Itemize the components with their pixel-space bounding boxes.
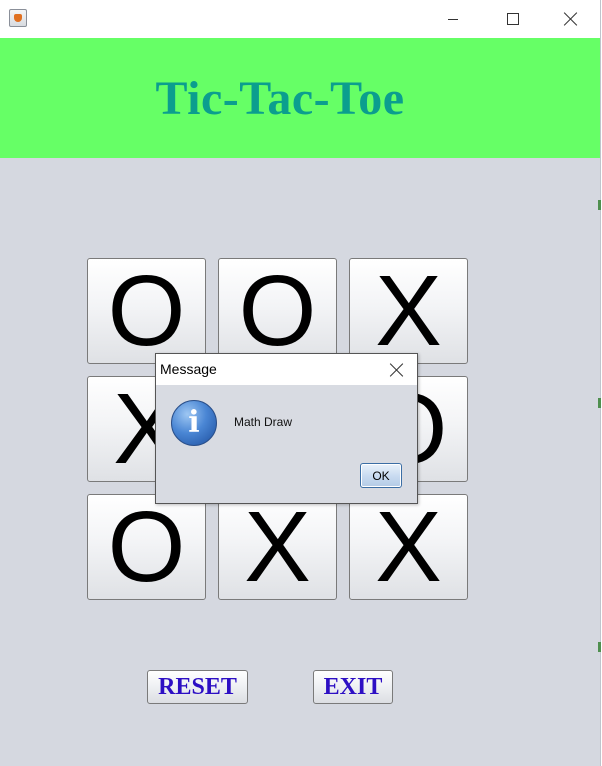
minimize-icon [448,18,458,20]
close-window-button[interactable] [548,0,594,38]
close-icon [390,363,404,377]
window-titlebar[interactable] [0,0,600,38]
close-icon [564,12,578,26]
info-icon: i [171,400,217,446]
board-cell-9[interactable]: X [349,494,468,600]
java-app-icon [9,9,27,27]
board-cell-8[interactable]: X [218,494,337,600]
message-dialog: Message i Math Draw OK [155,353,418,504]
dialog-close-button[interactable] [377,354,417,385]
title-banner: Tic-Tac-Toe [0,38,600,158]
edge-marker [598,398,601,408]
dialog-titlebar[interactable]: Message [156,354,417,385]
board-cell-7[interactable]: O [87,494,206,600]
board-cell-3[interactable]: X [349,258,468,364]
edge-marker [598,200,601,210]
ok-button[interactable]: OK [360,463,402,488]
minimize-button[interactable] [430,0,476,38]
reset-button[interactable]: RESET [147,670,248,704]
board-cell-2[interactable]: O [218,258,337,364]
dialog-message: Math Draw [234,415,293,429]
page-title: Tic-Tac-Toe [155,71,405,125]
dialog-title: Message [160,361,217,377]
maximize-icon [507,13,519,25]
edge-marker [598,642,601,652]
maximize-button[interactable] [490,0,536,38]
exit-button[interactable]: EXIT [313,670,393,704]
board-cell-1[interactable]: O [87,258,206,364]
